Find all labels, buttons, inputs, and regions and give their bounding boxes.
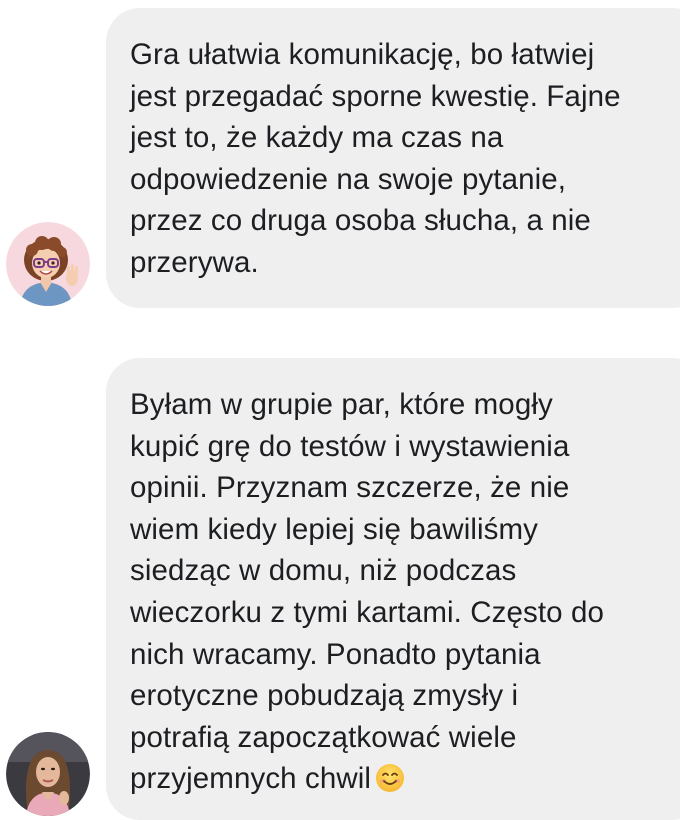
cartoon-woman-avatar-icon[interactable] [6, 222, 90, 306]
message-bubble-2[interactable]: Byłam w grupie par, które mogły kupić gr… [106, 358, 680, 820]
message-text-2-body: Byłam w grupie par, które mogły kupić gr… [130, 388, 604, 796]
woman-photo-avatar-icon[interactable] [6, 732, 90, 816]
message-1: Gra ułatwia komunikację, bo łatwiej jest… [0, 0, 680, 330]
message-text-2: Byłam w grupie par, które mogły kupić gr… [130, 384, 676, 800]
smiling-face-emoji-icon [375, 763, 405, 793]
message-bubble-1[interactable]: Gra ułatwia komunikację, bo łatwiej jest… [106, 8, 680, 308]
message-2: Byłam w grupie par, które mogły kupić gr… [0, 352, 680, 820]
message-text-1: Gra ułatwia komunikację, bo łatwiej jest… [130, 38, 621, 279]
